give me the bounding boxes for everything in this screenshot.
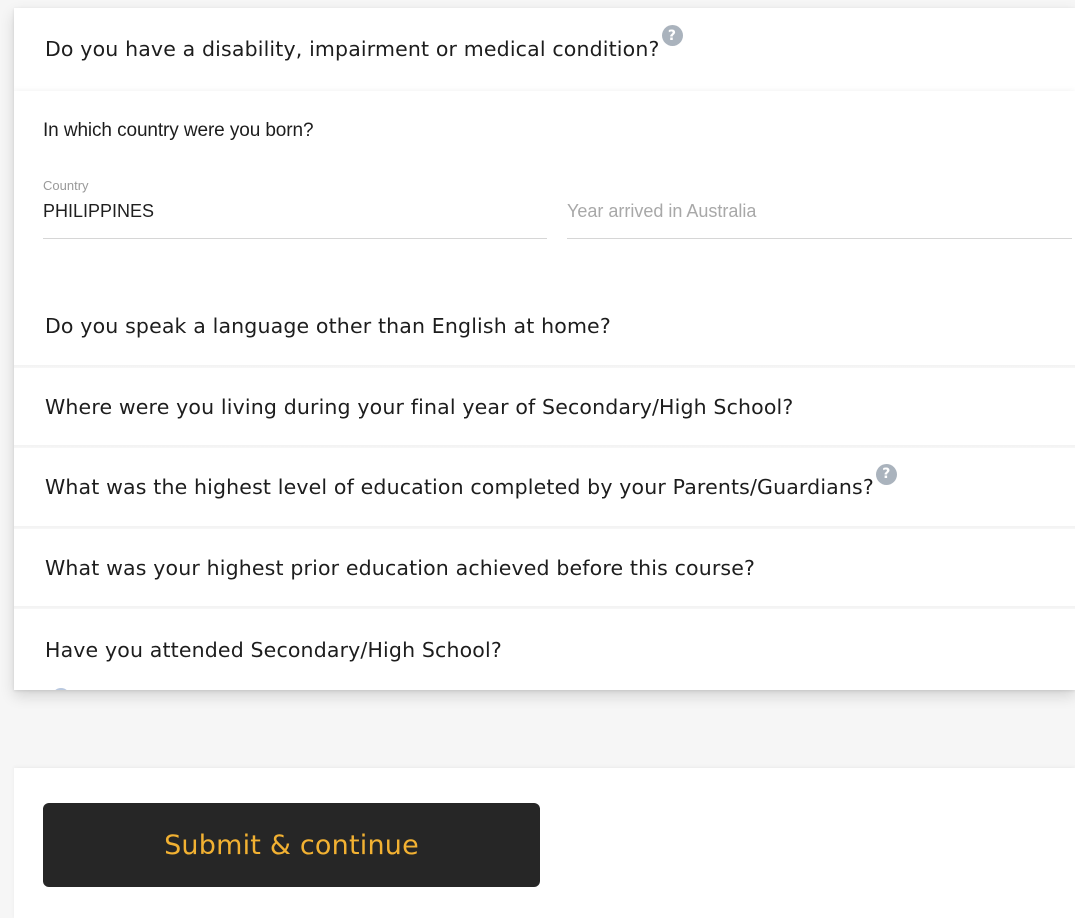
question-language-text: Do you speak a language other than Engli…	[45, 314, 611, 338]
submit-continue-button[interactable]: Submit & continue	[43, 803, 540, 887]
question-disability-text: Do you have a disability, impairment or …	[45, 36, 660, 61]
help-icon[interactable]: ?	[875, 463, 897, 485]
country-field-label: Country	[43, 178, 89, 193]
country-input[interactable]	[43, 201, 547, 222]
questions-card: Do you have a disability, impairment or …	[14, 8, 1075, 690]
question-language[interactable]: Do you speak a language other than Engli…	[14, 286, 1075, 366]
question-disability[interactable]: Do you have a disability, impairment or …	[14, 8, 1075, 89]
question-secondary-school[interactable]: Have you attended Secondary/High School?	[14, 609, 1075, 690]
question-parents-education-text: What was the highest level of education …	[45, 475, 874, 499]
question-secondary-school-text: Have you attended Secondary/High School?	[45, 637, 502, 662]
question-country-born-text: In which country were you born?	[43, 120, 314, 141]
footer-card: Submit & continue	[14, 768, 1075, 918]
question-living[interactable]: Where were you living during your final …	[14, 368, 1075, 446]
question-living-text: Where were you living during your final …	[45, 395, 794, 419]
year-arrived-field[interactable]	[567, 177, 1072, 239]
question-prior-education-text: What was your highest prior education ac…	[45, 556, 756, 580]
help-icon[interactable]: ?	[661, 25, 683, 46]
question-country-born-panel: In which country were you born? Country	[14, 91, 1075, 286]
question-prior-education[interactable]: What was your highest prior education ac…	[14, 529, 1075, 607]
question-parents-education[interactable]: What was the highest level of education …	[14, 448, 1075, 526]
year-arrived-input[interactable]	[567, 201, 1072, 222]
country-field[interactable]: Country	[43, 177, 547, 239]
page: Do you have a disability, impairment or …	[0, 0, 1075, 918]
